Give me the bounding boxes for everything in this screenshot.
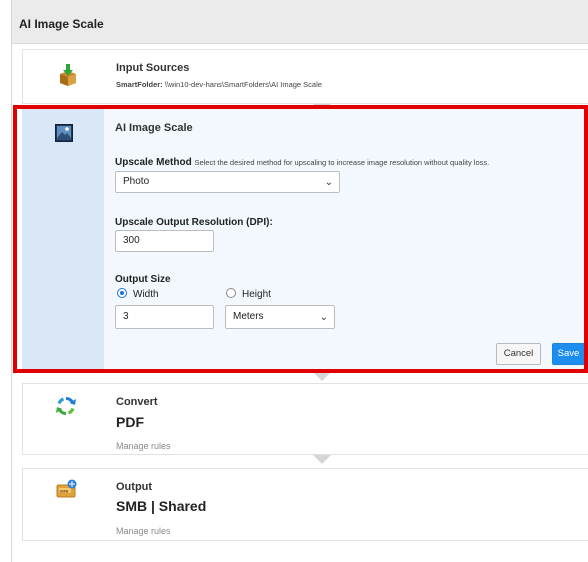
output-manage-rules-link[interactable]: Manage rules: [116, 526, 171, 536]
resolution-input[interactable]: 300: [115, 230, 214, 252]
unit-value: Meters: [233, 311, 264, 322]
width-radio-dot: [117, 288, 127, 298]
chevron-down-icon: ⌄: [319, 312, 328, 323]
connector-notch: [313, 455, 331, 464]
unit-select[interactable]: Meters ⌄: [225, 305, 335, 329]
upscale-method-hint: Select the desired method for upscaling …: [194, 158, 490, 167]
resolution-label: Upscale Output Resolution (DPI):: [115, 217, 273, 228]
upscale-method-select[interactable]: Photo ⌄: [115, 171, 340, 193]
output-icon-col: SMB: [23, 469, 105, 540]
upscale-method-label: Upscale Method Select the desired method…: [115, 157, 489, 168]
smb-drive-icon: SMB: [56, 479, 77, 498]
convert-value: PDF: [116, 414, 144, 430]
width-radio[interactable]: Width: [117, 288, 159, 300]
ai-image-scale-icon-col: [22, 108, 104, 372]
output-title: Output: [116, 481, 153, 493]
convert-icon-col: [23, 384, 105, 454]
height-radio-label: Height: [242, 289, 271, 300]
save-button[interactable]: Save: [552, 343, 585, 365]
size-input[interactable]: 3: [115, 305, 214, 329]
input-sources-title: Input Sources: [116, 62, 190, 74]
height-radio-dot: [226, 288, 236, 298]
ai-image-scale-title: AI Image Scale: [115, 122, 193, 134]
cancel-button[interactable]: Cancel: [496, 343, 541, 365]
output-card[interactable]: SMB Output SMB | Shared Manage rules: [22, 468, 588, 541]
app-header: AI Image Scale: [12, 0, 588, 44]
connector-notch: [313, 372, 331, 381]
download-box-icon: [60, 64, 76, 86]
output-size-label: Output Size: [115, 274, 171, 285]
smartfolder-label: SmartFolder:: [116, 80, 163, 89]
app-title: AI Image Scale: [19, 17, 104, 31]
upscale-method-value: Photo: [123, 176, 150, 187]
chevron-down-icon: ⌄: [324, 177, 333, 188]
convert-title: Convert: [116, 396, 158, 408]
refresh-icon: [56, 397, 76, 415]
convert-manage-rules-link[interactable]: Manage rules: [116, 441, 171, 451]
input-sources-card[interactable]: Input Sources SmartFolder: \\win10-dev-h…: [22, 49, 588, 104]
height-radio[interactable]: Height: [226, 288, 271, 300]
smartfolder-path: SmartFolder: \\win10-dev-hans\SmartFolde…: [116, 80, 322, 89]
width-radio-label: Width: [133, 289, 159, 300]
convert-card[interactable]: Convert PDF Manage rules: [22, 383, 588, 455]
upscale-method-label-text: Upscale Method: [115, 157, 192, 168]
image-icon: [55, 124, 73, 142]
app-window: AI Image Scale Input Sources SmartFolder…: [11, 0, 588, 562]
svg-text:SMB: SMB: [60, 488, 69, 493]
ai-image-scale-card: AI Image Scale Upscale Method Select the…: [22, 108, 588, 372]
smartfolder-value: \\win10-dev-hans\SmartFolders\AI Image S…: [164, 80, 322, 89]
input-sources-icon-col: [23, 50, 105, 103]
output-value: SMB | Shared: [116, 498, 207, 514]
